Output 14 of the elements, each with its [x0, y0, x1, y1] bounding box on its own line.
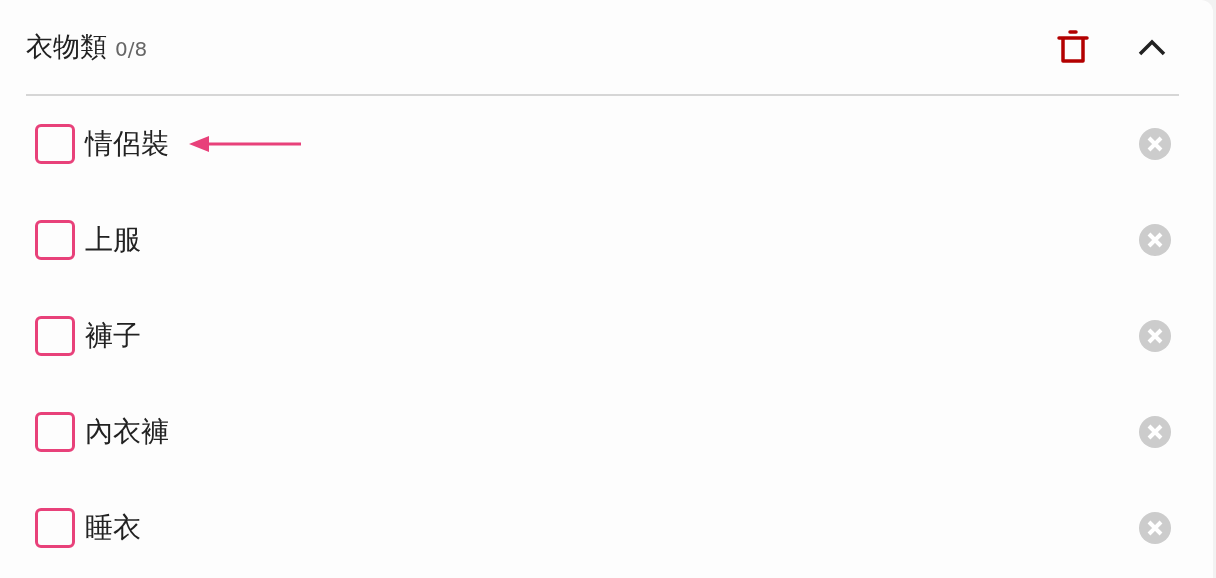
trash-icon[interactable]	[1057, 30, 1089, 64]
item-label: 內衣褲	[85, 414, 169, 450]
checkbox[interactable]	[35, 508, 75, 548]
item-label: 睡衣	[85, 510, 141, 546]
checkbox[interactable]	[35, 412, 75, 452]
item-count: 0/8	[115, 37, 148, 61]
item-label: 情侶裝	[85, 126, 169, 162]
item-label: 上服	[85, 222, 141, 258]
checkbox[interactable]	[35, 220, 75, 260]
item-label: 褲子	[85, 318, 141, 354]
chevron-icon[interactable]	[1137, 37, 1167, 57]
checkbox[interactable]	[35, 124, 75, 164]
checkbox[interactable]	[35, 316, 75, 356]
category-title: 衣物類	[26, 30, 107, 64]
